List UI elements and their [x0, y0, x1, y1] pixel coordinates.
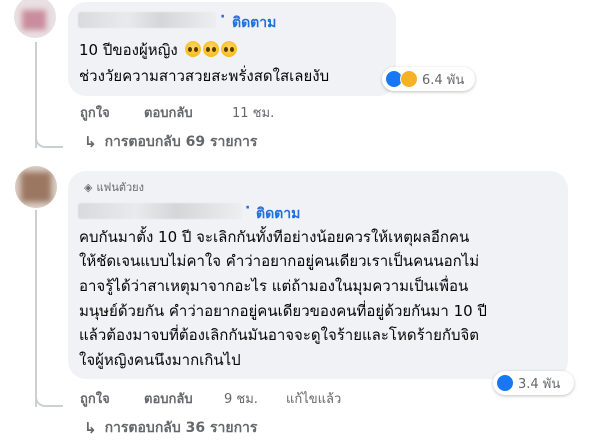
view-replies-label: การตอบกลับ 69 รายการ	[104, 134, 258, 150]
avatar-blur	[22, 10, 46, 30]
pleading-face-icon	[202, 41, 219, 57]
sad-face-icon	[400, 70, 418, 88]
thread-line-curve	[35, 136, 63, 148]
avatar-blur	[21, 172, 51, 202]
diamond-icon: ◈	[84, 180, 93, 194]
like-button[interactable]: ถูกใจ	[80, 388, 110, 409]
comment-line: ให้ชัดเจนแบบไม่คาใจ คำว่าอยากอยู่คนเดียว…	[79, 252, 480, 270]
reaction-summary[interactable]: 6.4 พัน	[382, 67, 475, 91]
follow-button[interactable]: ติดตาม	[256, 203, 300, 225]
like-button[interactable]: ถูกใจ	[80, 102, 110, 123]
reaction-count: 3.4 พัน	[518, 376, 561, 392]
like-icon	[496, 374, 514, 392]
comment-line: คบกันมาตั้ง 10 ปี จะเลิกกันทั้งทีอย่างน้…	[79, 228, 470, 246]
badge-label: แฟนตัวยง	[96, 181, 145, 194]
avatar[interactable]	[15, 166, 57, 208]
reply-button[interactable]: ตอบกลับ	[144, 388, 193, 409]
comment-line: 10 ปีของผู้หญิง	[79, 40, 237, 60]
timestamp[interactable]: 9 ชม.	[224, 388, 258, 409]
reaction-summary[interactable]: 3.4 พัน	[493, 371, 574, 395]
commenter-name-blurred[interactable]	[78, 203, 242, 219]
avatar[interactable]	[14, 0, 56, 38]
comment-line: มนุษย์ด้วยกัน คำว่าอยากอยู่คนเดียวของคนท…	[79, 302, 487, 320]
thread-line-curve	[35, 395, 63, 407]
follow-button[interactable]: ติดตาม	[232, 12, 276, 34]
timestamp[interactable]: 11 ชม.	[232, 102, 274, 123]
edited-label: แก้ไขแล้ว	[286, 392, 342, 407]
comment-line: ช่วงวัยความสาวสวยสะพรั่งสดใสเลยงับ	[79, 67, 330, 85]
top-fan-badge: ◈ แฟนตัวยง	[84, 178, 144, 196]
reply-arrow-icon: ↳	[84, 133, 97, 151]
commenter-name-blurred[interactable]	[78, 12, 216, 28]
thread-line	[35, 42, 37, 148]
separator-dot: ·	[220, 9, 226, 25]
separator-dot: ·	[245, 200, 251, 216]
view-replies-label: การตอบกลับ 36 รายการ	[104, 420, 258, 436]
view-replies-link[interactable]: ↳ การตอบกลับ 36 รายการ	[84, 417, 257, 439]
comment-line: อาจรู้ได้ว่าสาเหตุมาจากอะไร แต่ถ้ามองในม…	[79, 277, 469, 295]
comment-line: แล้วต้องมาจบที่ต้องเลิกกันมันอาจจะดูใจร้…	[79, 326, 480, 344]
comment-text: 10 ปีของผู้หญิง	[79, 41, 178, 59]
comment-line: ใจผู้หญิงคนนึงมากเกินไป	[79, 351, 241, 369]
pleading-face-icon	[220, 41, 237, 57]
reply-button[interactable]: ตอบกลับ	[144, 102, 193, 123]
view-replies-link[interactable]: ↳ การตอบกลับ 69 รายการ	[84, 131, 257, 153]
pleading-face-icon	[184, 41, 201, 57]
reply-arrow-icon: ↳	[84, 419, 97, 437]
reaction-count: 6.4 พัน	[422, 72, 465, 88]
thread-line	[35, 210, 37, 407]
